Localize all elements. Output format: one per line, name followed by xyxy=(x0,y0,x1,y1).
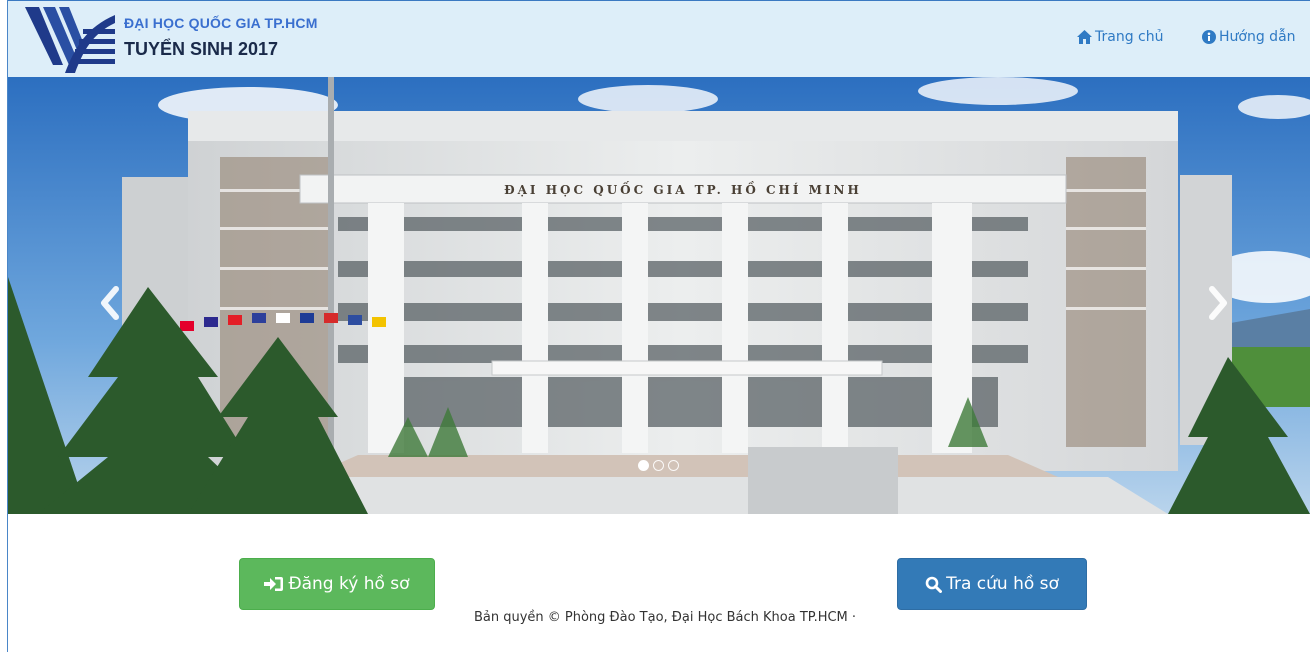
building-sign-text: ĐẠI HỌC QUỐC GIA TP. HỒ CHÍ MINH xyxy=(504,180,862,197)
lookup-button-label: Tra cứu hồ sơ xyxy=(946,574,1059,594)
carousel-indicators xyxy=(638,460,679,471)
register-button[interactable]: Đăng ký hồ sơ xyxy=(239,558,435,610)
info-circle-icon xyxy=(1202,30,1216,44)
carousel-indicator-3[interactable] xyxy=(668,460,679,471)
nav-home-label: Trang chủ xyxy=(1095,29,1164,45)
vnu-logo[interactable] xyxy=(25,7,115,73)
search-icon xyxy=(925,576,943,593)
nav-guide-link[interactable]: Hướng dẫn xyxy=(1202,29,1296,45)
footer-copyright: Bản quyền © Phòng Đào Tạo, Đại Học Bách … xyxy=(473,610,857,625)
carousel-indicator-1[interactable] xyxy=(638,460,649,471)
home-icon xyxy=(1077,30,1092,44)
image-carousel: ĐẠI HỌC QUỐC GIA TP. HỒ CHÍ MINH xyxy=(8,77,1310,514)
university-building-photo: ĐẠI HỌC QUỐC GIA TP. HỒ CHÍ MINH xyxy=(8,77,1310,514)
brand-university-name: ĐẠI HỌC QUỐC GIA TP.HCM xyxy=(124,15,318,31)
site-header: ĐẠI HỌC QUỐC GIA TP.HCM TUYỂN SINH 2017 … xyxy=(8,0,1310,78)
register-button-label: Đăng ký hồ sơ xyxy=(288,574,410,594)
lookup-button[interactable]: Tra cứu hồ sơ xyxy=(897,558,1087,610)
sign-in-icon xyxy=(264,577,284,591)
chevron-left-icon[interactable] xyxy=(96,283,124,323)
chevron-right-icon[interactable] xyxy=(1204,283,1232,323)
left-frame-border xyxy=(0,0,8,652)
nav-guide-label: Hướng dẫn xyxy=(1219,29,1296,45)
brand-admission-title: TUYỂN SINH 2017 xyxy=(124,39,279,59)
carousel-indicator-2[interactable] xyxy=(653,460,664,471)
nav-home-link[interactable]: Trang chủ xyxy=(1077,29,1163,45)
